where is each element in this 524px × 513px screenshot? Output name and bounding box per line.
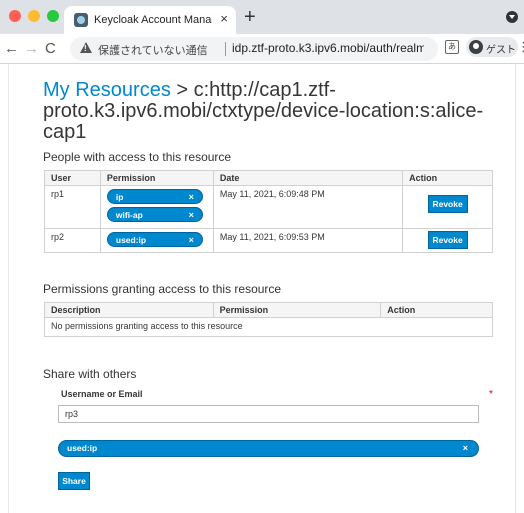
permission-chip: used:ip × (106, 232, 203, 248)
permissions-table: Description Permission Action No permiss… (44, 302, 493, 337)
profile-label: ゲスト (486, 45, 516, 56)
permission-chip: wifi-ap × (106, 207, 203, 223)
permission-chip-label: wifi-ap (115, 210, 143, 220)
browser-menu-icon[interactable]: ⋮ (517, 40, 524, 54)
forward-icon[interactable]: → (24, 40, 39, 58)
translate-icon[interactable]: あ (445, 40, 459, 54)
col-action: Action (380, 302, 493, 318)
action-cell: Revoke (402, 228, 493, 253)
breadcrumb-my-resources[interactable]: My Resources (43, 79, 171, 101)
profile-avatar-icon (469, 40, 483, 54)
selected-permission-chip[interactable]: used:ip × (58, 440, 479, 457)
col-description: Description (44, 302, 214, 318)
remove-permission-icon[interactable]: × (463, 441, 468, 456)
url-text[interactable]: idp.ztf-proto.k3.ipv6.mobi/auth/realms/.… (232, 41, 424, 55)
tab-search-icon[interactable] (506, 11, 518, 23)
remove-permission-icon[interactable]: × (189, 233, 194, 248)
permissions-section-title: Permissions granting access to this reso… (43, 282, 282, 296)
date-cell: May 11, 2021, 6:09:53 PM (212, 228, 404, 253)
remove-permission-icon[interactable]: × (189, 190, 194, 205)
revoke-button[interactable]: Revoke (427, 231, 468, 249)
share-button[interactable]: Share (58, 472, 90, 490)
revoke-button[interactable]: Revoke (427, 195, 468, 213)
col-permission: Permission (212, 302, 382, 318)
permission-cell: ip × wifi-ap × (99, 185, 214, 229)
address-bar[interactable]: 保護されていない通信 idp.ztf-proto.k3.ipv6.mobi/au… (70, 37, 438, 61)
people-section-title: People with access to this resource (43, 150, 232, 164)
browser-tab[interactable]: Keycloak Account Management × (64, 6, 236, 34)
browser-tab-bar: Keycloak Account Management × + (0, 0, 524, 34)
back-icon[interactable]: ← (4, 40, 19, 58)
keycloak-favicon-icon (74, 13, 88, 27)
date-cell: May 11, 2021, 6:09:48 PM (212, 185, 404, 229)
col-user: User (44, 170, 101, 186)
omnibox-divider (225, 42, 226, 56)
user-cell: rp2 (44, 228, 101, 253)
username-label: Username or Email (61, 389, 143, 399)
breadcrumb-separator: > (170, 79, 194, 101)
insecure-label[interactable]: 保護されていない通信 (98, 42, 208, 58)
tab-title: Keycloak Account Management (94, 14, 212, 26)
warning-icon[interactable] (80, 42, 92, 53)
permission-chip-label: ip (115, 192, 124, 202)
share-section-title: Share with others (43, 367, 137, 381)
page-border-right (515, 64, 516, 513)
remove-permission-icon[interactable]: × (189, 208, 194, 223)
page-border-left (8, 64, 9, 513)
page-title: My Resources > c:http://cap1.ztf-proto.k… (43, 80, 503, 143)
window-maximize-icon[interactable] (47, 10, 59, 22)
new-tab-icon[interactable]: + (244, 6, 256, 28)
tab-close-icon[interactable]: × (220, 11, 228, 27)
col-permission: Permission (99, 170, 214, 186)
user-cell: rp1 (44, 185, 101, 229)
reload-icon[interactable]: C (45, 40, 56, 58)
window-minimize-icon[interactable] (28, 10, 40, 22)
empty-permissions-text: No permissions granting access to this r… (44, 317, 493, 337)
selected-permission-label: used:ip (67, 443, 98, 453)
people-table-header: User Permission Date Action (44, 170, 493, 186)
username-input[interactable] (58, 405, 479, 423)
profile-button[interactable]: ゲスト (466, 37, 518, 57)
table-row: No permissions granting access to this r… (44, 317, 493, 337)
permissions-table-header: Description Permission Action (44, 302, 493, 318)
table-row: rp1 ip × wifi-ap × May 11, 2021, 6:09:48 P… (44, 185, 493, 229)
permission-chip: ip × (106, 189, 203, 205)
permission-chip-label: used:ip (115, 235, 147, 245)
people-table: User Permission Date Action rp1 ip × wifi… (44, 170, 493, 253)
required-indicator: * (489, 389, 493, 400)
table-row: rp2 used:ip × May 11, 2021, 6:09:53 PM Re… (44, 228, 493, 253)
action-cell: Revoke (402, 185, 493, 229)
window-close-icon[interactable] (9, 10, 21, 22)
col-date: Date (212, 170, 404, 186)
col-action: Action (402, 170, 493, 186)
permission-cell: used:ip × (99, 228, 214, 253)
